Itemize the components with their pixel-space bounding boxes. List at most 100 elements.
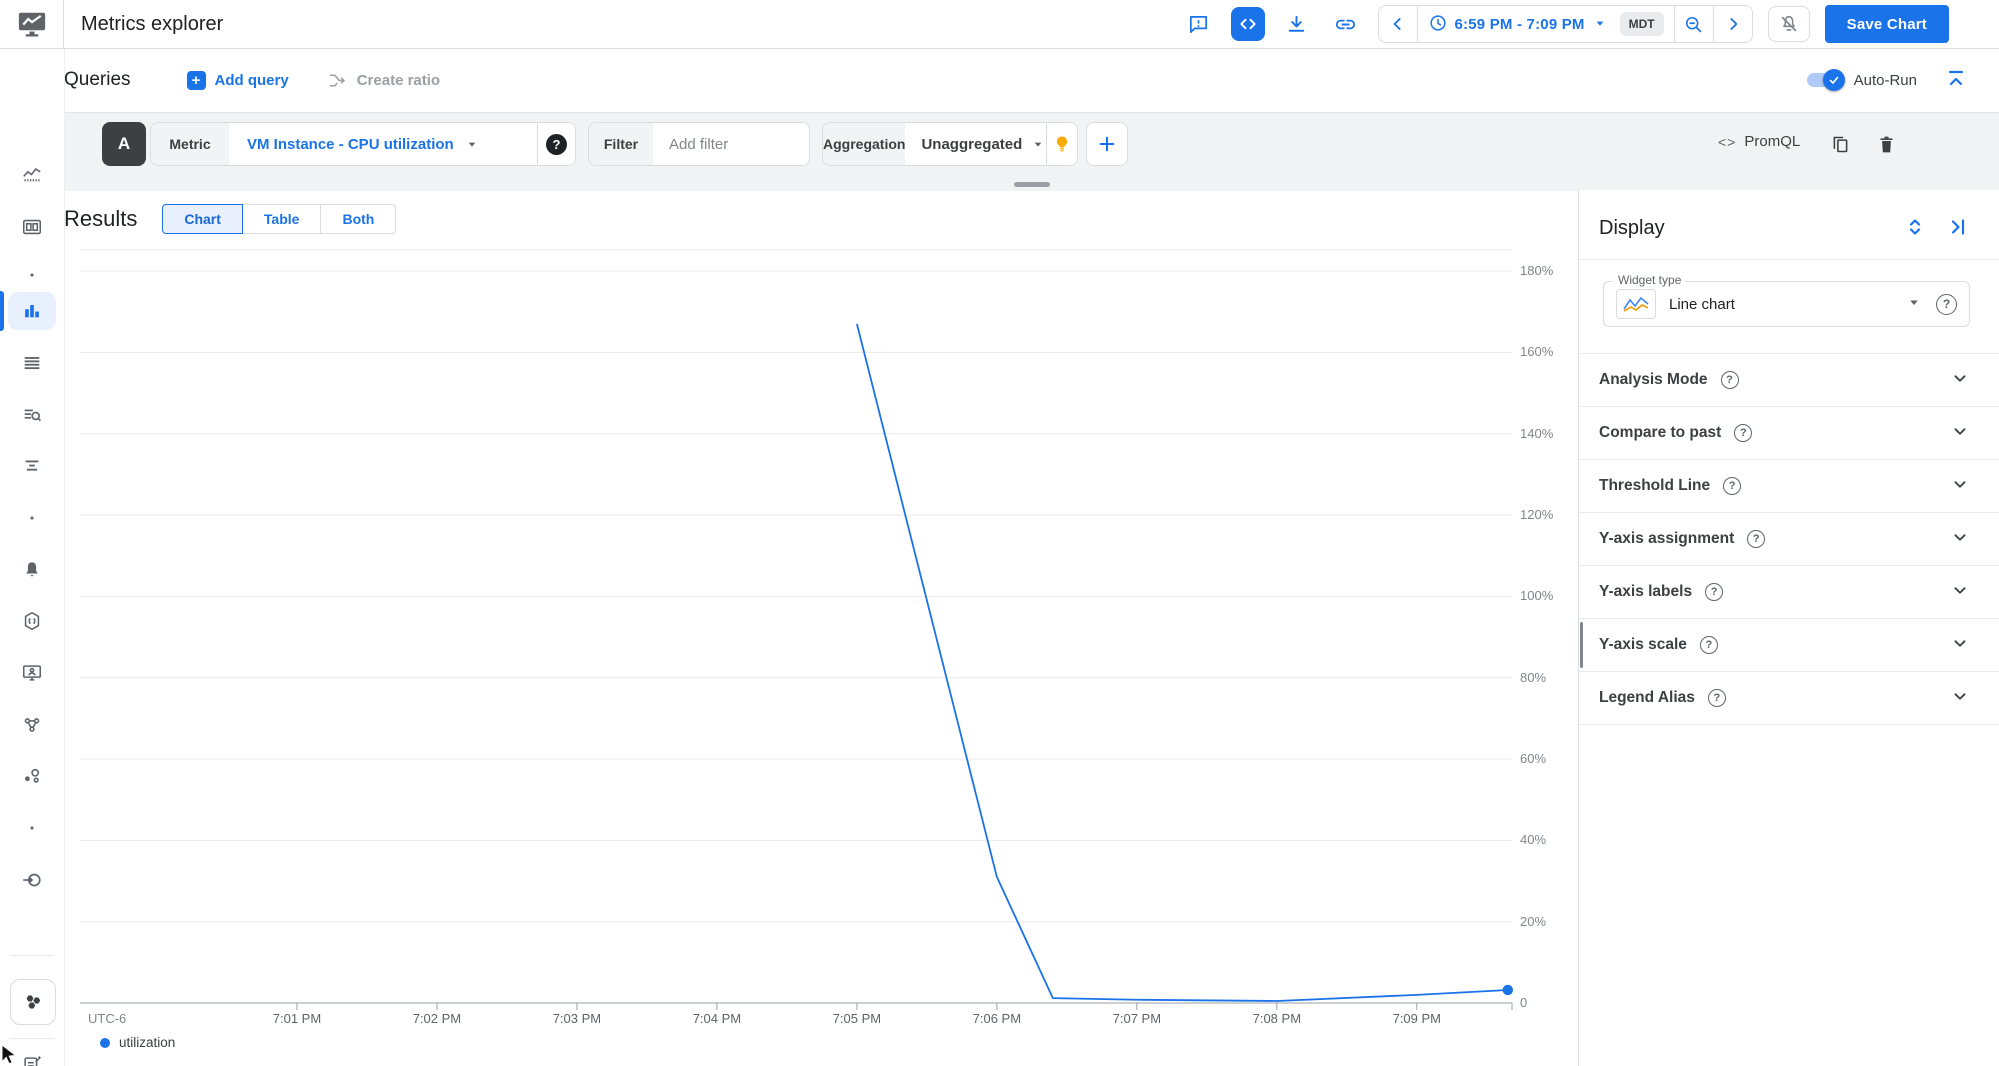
bar-chart-icon [25,305,39,318]
x-axis-tick-label: 7:09 PM [1392,1011,1442,1026]
monitoring-logo-icon[interactable] [0,9,64,39]
section-label: Legend Alias [1599,689,1695,706]
collapse-panel-right-icon[interactable] [1943,214,1971,242]
app-header: Metrics explorer 6:59 PM - 7:09 PM MDT S… [0,0,1999,49]
section-y-axis-assignment[interactable]: Y-axis assignment [1579,513,1999,566]
duplicate-query-icon[interactable] [1828,132,1852,156]
time-back-button[interactable] [1379,6,1417,42]
selected-item-indicator [0,291,4,331]
sidebar-item-dashboards[interactable] [12,207,52,247]
chevron-down-icon[interactable] [1949,526,1971,553]
hexagon-scope-icon [24,611,40,631]
auto-run-toggle[interactable] [1806,69,1845,91]
section-legend-alias[interactable]: Legend Alias [1579,672,1999,725]
chevron-down-icon[interactable] [1949,420,1971,447]
suggestion-button[interactable] [1047,123,1077,165]
sidebar-item-groups[interactable] [12,705,52,745]
chevron-down-icon[interactable] [1949,685,1971,712]
metric-dropdown[interactable]: VM Instance - CPU utilization [229,123,537,165]
y-axis-tick-label: 180% [1520,263,1554,278]
sidebar-item-more[interactable] [12,808,52,848]
nodes-icon [24,718,40,732]
sidebar-item-log-search[interactable] [12,395,52,435]
dot-icon [30,516,34,520]
help-icon[interactable] [1705,583,1724,601]
rail-divider [10,955,54,956]
sidebar-item-monitoring-overview[interactable] [12,155,52,195]
help-icon[interactable] [1720,371,1739,389]
help-icon[interactable] [1747,530,1766,548]
resize-drag-handle[interactable] [1014,182,1050,187]
section-label: Y-axis labels [1599,583,1693,600]
timezone-chip[interactable]: MDT [1619,12,1664,36]
link-icon[interactable] [1329,7,1363,41]
code-brackets-icon: <> [1718,133,1737,150]
dot-icon [30,826,34,830]
metric-help-button[interactable] [538,123,575,165]
download-icon[interactable] [1280,7,1314,41]
help-icon[interactable] [1734,424,1753,442]
unfold-sections-icon[interactable] [1901,214,1929,242]
time-range-button[interactable]: 6:59 PM - 7:09 PM [1418,6,1618,42]
section-y-axis-scale[interactable]: Y-axis scale [1579,619,1999,672]
tab-chart[interactable]: Chart [162,204,243,234]
section-threshold-line[interactable]: Threshold Line [1579,460,1999,513]
caret-down-icon [1030,136,1046,152]
time-forward-button[interactable] [1714,6,1752,42]
delete-query-icon[interactable] [1874,132,1898,156]
help-icon[interactable] [1699,636,1718,654]
filter-input[interactable] [667,134,801,154]
bell-icon [26,562,38,577]
chevron-down-icon[interactable] [1949,473,1971,500]
sidebar-item-scanner[interactable] [12,601,52,641]
add-sub-query-button[interactable] [1086,122,1128,166]
help-icon[interactable] [1936,293,1957,315]
time-range-value: 6:59 PM - 7:09 PM [1454,15,1585,33]
feedback-icon[interactable] [1182,7,1216,41]
queries-toolbar: Queries + Add query Create ratio Auto-Ru… [64,48,1999,112]
section-compare-to-past[interactable]: Compare to past [1579,407,1999,460]
timezone-note: UTC-6 [88,1011,127,1026]
coll apse-all-icon[interactable] [1943,67,1969,93]
y-axis-tick-label: 20% [1520,913,1547,929]
widget-type-select[interactable]: Widget type Line chart [1603,273,1970,327]
divider [1579,259,1999,260]
sidebar-item-trace-list[interactable] [12,446,52,486]
sidebar-item-more[interactable] [12,255,52,295]
chevron-down-icon[interactable] [1949,579,1971,606]
sidebar-item-integrations[interactable] [12,756,52,796]
lightbulb-icon [1057,136,1068,152]
y-axis-tick-label: 0 [1520,995,1528,1010]
help-icon[interactable] [1723,477,1742,495]
sidebar-item-alerting[interactable] [12,550,52,590]
aggregation-dropdown[interactable]: Unaggregated [905,123,1047,165]
add-query-button[interactable]: + Add query [186,70,289,90]
sidebar-item-data-collection[interactable] [12,860,52,900]
clock-icon [1428,13,1448,36]
sidebar-item-managed-monitoring[interactable] [12,653,52,693]
metric-value: VM Instance - CPU utilization [247,135,454,153]
sidebar-item-services-list[interactable] [12,343,52,383]
create-ratio-button[interactable]: Create ratio [327,70,440,91]
sidebar-item-more[interactable] [12,498,52,538]
code-editor-toggle-icon[interactable] [1230,7,1265,41]
promql-button[interactable]: <> PromQL [1718,133,1800,150]
section-analysis-mode[interactable]: Analysis Mode [1579,354,1999,407]
rail-divider [10,1038,54,1039]
sidebar-item-metrics-explorer[interactable] [8,292,56,330]
toggle-check-icon [1822,69,1845,91]
mouse-cursor [0,1043,19,1066]
caret-down-icon [1592,15,1608,34]
cpu-utilization-chart[interactable] [80,210,1520,1012]
chevron-down-icon[interactable] [1949,632,1971,659]
alerting-off-icon[interactable] [1767,6,1810,42]
help-icon[interactable] [1707,689,1726,707]
chart-legend-item[interactable]: utilization [100,1035,175,1050]
chevron-down-icon[interactable] [1949,367,1971,394]
zoom-out-icon[interactable] [1675,6,1713,42]
sidebar-item-app-hub[interactable] [10,979,56,1025]
panel-scrollbar-thumb[interactable] [1580,622,1583,668]
section-y-axis-labels[interactable]: Y-axis labels [1579,566,1999,619]
save-chart-button[interactable]: Save Chart [1824,5,1949,43]
trending-chart-icon [23,168,41,182]
